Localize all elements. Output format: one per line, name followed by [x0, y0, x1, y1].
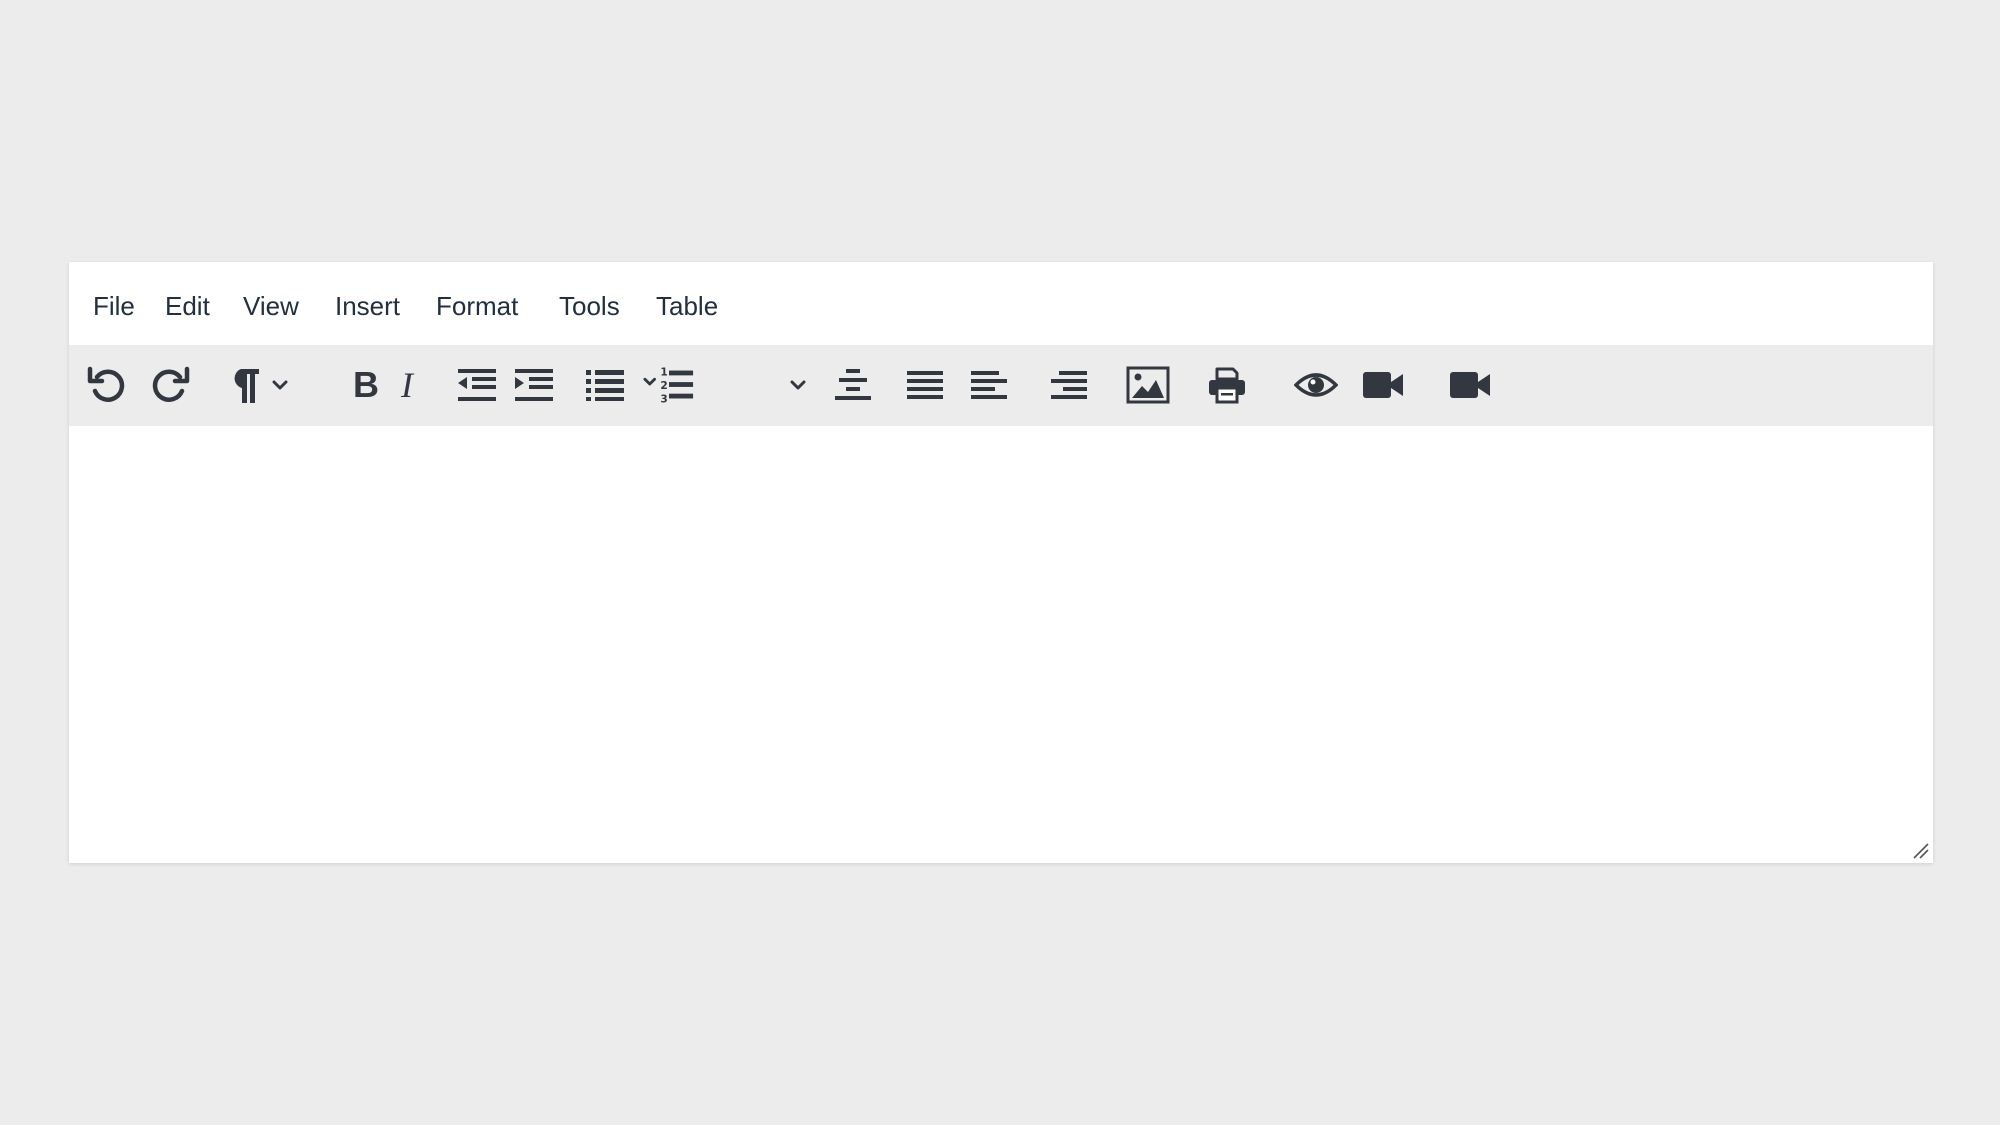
menu-file[interactable]: File [93, 291, 135, 321]
insert-media-button[interactable] [1446, 361, 1494, 409]
preview-eye-icon [1294, 373, 1338, 397]
align-right-button[interactable] [1045, 361, 1093, 409]
print-button[interactable] [1203, 361, 1251, 409]
resize-handle[interactable] [1911, 841, 1929, 859]
insert-video-button[interactable] [1359, 361, 1407, 409]
outdent-button[interactable] [453, 361, 501, 409]
menu-table[interactable]: Table [656, 291, 718, 321]
insert-image-button[interactable] [1124, 361, 1172, 409]
bold-button[interactable]: B [346, 361, 386, 409]
align-justify-button[interactable] [901, 361, 949, 409]
svg-text:2: 2 [660, 380, 667, 392]
image-icon [1126, 366, 1170, 404]
align-justify-icon [907, 371, 943, 399]
paragraph-icon [234, 369, 259, 403]
undo-icon [87, 366, 125, 402]
chevron-down-icon [790, 380, 806, 390]
menu-view[interactable]: View [243, 291, 299, 321]
editor-content-area[interactable] [69, 426, 1933, 863]
rich-text-editor: File Edit View Insert Format Tools Table [69, 262, 1933, 863]
svg-text:1: 1 [660, 366, 667, 378]
menu-format[interactable]: Format [436, 291, 518, 321]
numbered-list-dropdown[interactable] [784, 361, 812, 409]
bullet-list-button[interactable] [581, 361, 629, 409]
video-camera-icon [1450, 372, 1490, 398]
preview-button[interactable] [1292, 361, 1340, 409]
indent-icon [515, 369, 553, 401]
menu-insert[interactable]: Insert [335, 291, 400, 321]
bullet-list-icon [586, 370, 624, 401]
redo-button[interactable] [146, 361, 194, 409]
chevron-down-icon [272, 380, 288, 390]
toolbar: B I 1 2 3 [69, 345, 1933, 426]
undo-button[interactable] [83, 361, 131, 409]
align-left-button[interactable] [965, 361, 1013, 409]
menu-bar: File Edit View Insert Format Tools Table [69, 262, 1933, 345]
align-left-icon [971, 371, 1007, 399]
numbered-list-button[interactable]: 1 2 3 [643, 361, 695, 409]
paragraph-format-button[interactable] [221, 361, 269, 409]
indent-button[interactable] [510, 361, 558, 409]
align-center-icon [835, 369, 871, 400]
menu-edit[interactable]: Edit [165, 291, 210, 321]
align-center-button[interactable] [829, 361, 877, 409]
align-right-icon [1051, 371, 1087, 399]
video-camera-icon [1363, 372, 1403, 398]
menu-tools[interactable]: Tools [559, 291, 620, 321]
bold-icon: B [353, 364, 379, 405]
print-icon [1209, 367, 1245, 404]
outdent-icon [458, 369, 496, 401]
numbered-list-icon: 1 2 3 [643, 366, 694, 405]
resize-grip-icon [1913, 843, 1929, 859]
redo-icon [152, 366, 190, 402]
italic-button[interactable]: I [387, 361, 427, 409]
italic-icon: I [401, 365, 413, 405]
paragraph-format-dropdown[interactable] [266, 361, 294, 409]
svg-text:3: 3 [660, 393, 667, 405]
